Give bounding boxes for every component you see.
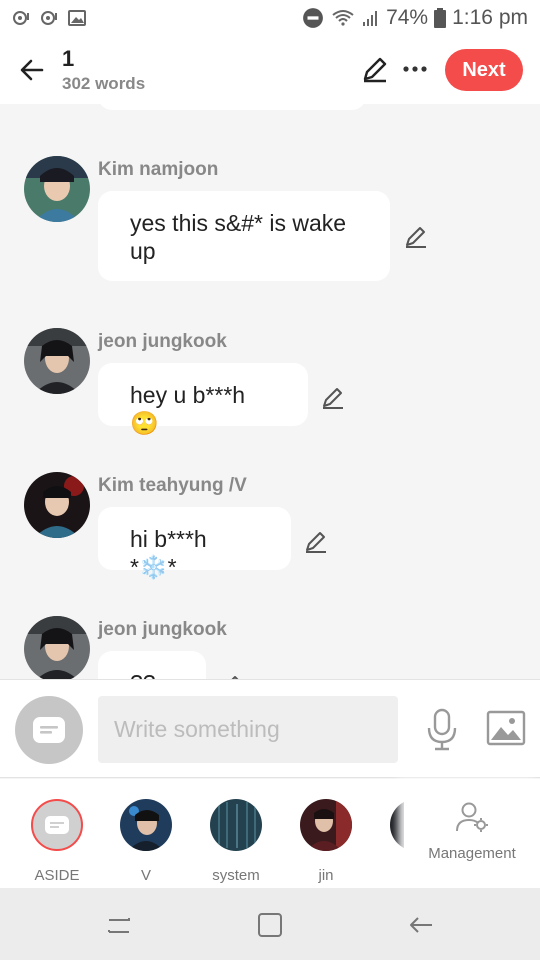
more-options-button[interactable]	[400, 54, 430, 84]
notification-icon	[13, 11, 29, 25]
role-label: V	[140, 867, 151, 884]
message-bubble[interactable]: ?? ?	[98, 651, 206, 679]
sender-name: jeon jungkook	[98, 619, 227, 640]
role-item-system[interactable]: system	[201, 799, 271, 884]
dnd-icon	[303, 8, 323, 28]
recent-apps-icon[interactable]	[104, 910, 134, 940]
image-icon[interactable]	[486, 710, 526, 746]
avatar[interactable]	[24, 156, 90, 222]
edit-message-icon[interactable]	[403, 223, 429, 249]
message-input[interactable]	[98, 696, 398, 763]
role-selector: ASIDE V system jin j Management	[0, 779, 540, 888]
compose-bar	[0, 679, 540, 778]
message-text: hi b***h *❄️*	[130, 526, 207, 580]
role-item-v[interactable]: V	[111, 799, 181, 884]
sender-name: jeon jungkook	[98, 331, 227, 352]
aside-role-button[interactable]	[15, 696, 83, 764]
message-bubble[interactable]: hi b***h *❄️*	[98, 507, 291, 580]
image-notification-icon	[68, 10, 86, 26]
message-text: hey u b***h 🙄	[130, 382, 246, 436]
aside-avatar	[31, 799, 83, 851]
system-nav-bar	[0, 888, 540, 960]
more-icon	[403, 66, 427, 72]
clock: 1:16 pm	[452, 6, 528, 29]
sender-name: Kim namjoon	[98, 159, 219, 180]
battery-icon	[434, 8, 447, 28]
microphone-icon[interactable]	[424, 708, 460, 752]
user-settings-icon	[456, 802, 488, 832]
back-button[interactable]	[12, 50, 52, 90]
edit-message-icon[interactable]	[320, 384, 346, 410]
message-text: ?? ?	[130, 670, 156, 679]
role-item-aside[interactable]: ASIDE	[22, 799, 92, 884]
management-label: Management	[428, 845, 516, 862]
aside-icon	[33, 717, 65, 743]
aside-icon	[45, 816, 69, 834]
word-count: 302 words	[62, 74, 146, 93]
back-arrow-icon	[20, 59, 44, 81]
avatar	[210, 799, 262, 851]
home-icon[interactable]	[255, 910, 285, 940]
chat-list[interactable]: Kim namjoon yes this s&#* is wake up jeo…	[0, 104, 540, 679]
back-icon[interactable]	[406, 910, 436, 940]
message-bubble[interactable]: hey u b***h 🙄	[98, 363, 308, 436]
avatar	[300, 799, 352, 851]
page-title: 1	[62, 46, 75, 71]
avatar[interactable]	[24, 328, 90, 394]
message-bubble[interactable]: yes this s&#* is wake up	[98, 191, 390, 281]
notification-icon-2	[41, 11, 57, 25]
status-bar: 74% 1:16 pm	[0, 0, 540, 36]
sender-name: Kim teahyung /V	[98, 475, 247, 496]
avatar[interactable]	[24, 616, 90, 679]
previous-message-bubble	[98, 104, 366, 110]
message-text: yes this s&#* is wake up	[130, 210, 347, 264]
role-label: ASIDE	[34, 867, 80, 884]
management-button[interactable]: Management	[404, 779, 540, 888]
avatar	[120, 799, 172, 851]
edit-title-icon[interactable]	[360, 54, 390, 84]
role-label: system	[212, 867, 260, 884]
edit-message-icon[interactable]	[303, 528, 329, 554]
top-bar: 1 302 words Next	[0, 36, 540, 104]
role-item-jin[interactable]: jin	[291, 799, 361, 884]
avatar[interactable]	[24, 472, 90, 538]
battery-percent: 74%	[386, 6, 429, 29]
signal-icon	[363, 11, 378, 26]
edit-message-icon[interactable]	[218, 672, 244, 679]
next-button[interactable]: Next	[445, 49, 523, 91]
role-label: jin	[318, 867, 334, 884]
wifi-icon	[332, 10, 354, 26]
